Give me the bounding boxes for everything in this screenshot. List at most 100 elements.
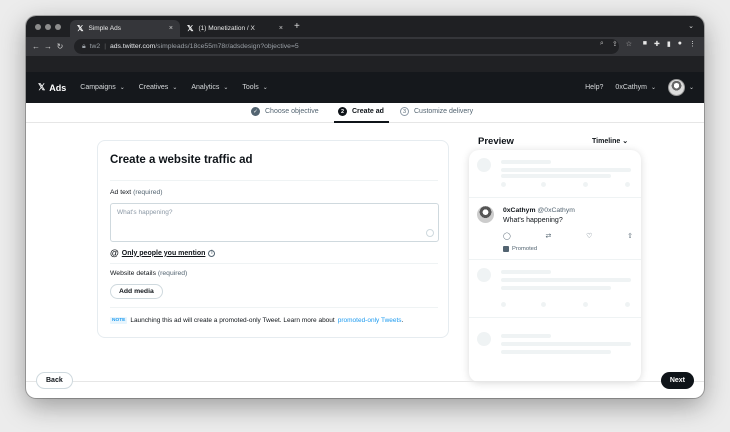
window-close-dot[interactable] — [35, 24, 41, 30]
placeholder-line — [501, 342, 631, 346]
promoted-tweet-preview: 0xCathym @0xCathym What's happening? ◯ ⇄… — [469, 198, 641, 260]
reload-icon[interactable]: ↻ — [54, 42, 66, 51]
lock-icon: 🔒︎ — [82, 42, 86, 50]
browser-tab-simple-ads[interactable]: 𝕏 Simple Ads × — [70, 20, 180, 37]
preview-mode-label: Timeline — [592, 138, 621, 145]
promoted-text: Promoted — [512, 246, 538, 252]
extensions-area: ■ ✚ ▮ ● ⋮ — [643, 40, 696, 48]
window-zoom-dot[interactable] — [55, 24, 61, 30]
divider — [110, 307, 438, 308]
sidepanel-icon[interactable]: ▮ — [667, 40, 671, 48]
create-ad-form: Create a website traffic ad Ad text (req… — [97, 140, 449, 338]
placeholder-tweet — [469, 260, 641, 318]
placeholder-line — [501, 278, 631, 282]
ads-brand[interactable]: 𝕏 Ads — [38, 82, 66, 93]
user-menu[interactable]: ⌄ — [667, 79, 694, 96]
step-label: Choose objective — [265, 108, 319, 115]
nav-analytics[interactable]: Analytics ⌄ — [191, 84, 228, 91]
promoted-icon — [503, 246, 509, 252]
preview-mode-select[interactable]: Timeline ⌄ — [592, 137, 628, 145]
extension-icon[interactable]: ■ — [643, 40, 647, 48]
ad-text-placeholder: What's happening? — [117, 209, 173, 216]
close-tab-icon[interactable]: × — [279, 25, 283, 32]
nav-label: Campaigns — [80, 84, 116, 91]
nav-tools[interactable]: Tools ⌄ — [242, 84, 267, 91]
like-icon: ♡ — [586, 233, 593, 240]
x-logo-icon: 𝕏 — [38, 82, 46, 92]
share-icon: ⇧ — [627, 233, 633, 240]
chevron-down-icon: ⌄ — [262, 85, 268, 91]
nav-right: Help? 0xCathym ⌄ ⌄ — [585, 72, 694, 103]
promoted-only-note: NOTE Launching this ad will create a pro… — [110, 317, 403, 324]
add-media-button[interactable]: Add media — [110, 284, 163, 299]
ad-text-label-text: Ad text — [110, 189, 132, 196]
step-number: 2 — [338, 107, 347, 116]
avatar — [477, 206, 494, 223]
nav-label: Creatives — [138, 84, 169, 91]
x-logo-icon: 𝕏 — [187, 24, 194, 33]
puzzle-icon[interactable]: ✚ — [654, 40, 660, 48]
info-icon[interactable]: i — [208, 249, 216, 257]
promoted-only-tweets-link[interactable]: promoted-only Tweets — [338, 317, 402, 324]
chevron-down-icon: ⌄ — [223, 85, 229, 91]
placeholder-line — [501, 160, 551, 164]
bookmark-star-icon[interactable]: ☆ — [626, 40, 632, 48]
placeholder-action — [541, 302, 546, 307]
step-label: Customize delivery — [414, 108, 474, 115]
reply-icon: ◯ — [503, 233, 511, 240]
ad-text-label: Ad text (required) — [110, 189, 163, 196]
placeholder-action — [583, 182, 588, 187]
page-title: Create a website traffic ad — [110, 154, 253, 166]
step-create-ad[interactable]: 2 Create ad — [338, 107, 384, 116]
back-button[interactable]: Back — [36, 372, 73, 389]
kebab-menu-icon[interactable]: ⋮ — [689, 40, 696, 48]
nav-campaigns[interactable]: Campaigns ⌄ — [80, 84, 124, 91]
placeholder-line — [501, 168, 631, 172]
divider — [110, 180, 438, 181]
ads-top-nav: 𝕏 Ads Campaigns ⌄ Creatives ⌄ Analytics … — [26, 72, 704, 103]
placeholder-action — [541, 182, 546, 187]
ad-text-input[interactable]: What's happening? — [110, 203, 439, 242]
placeholder-action — [625, 182, 630, 187]
share-icon[interactable]: ⇪ — [612, 40, 618, 48]
at-sign-icon: @ — [110, 248, 119, 258]
nav-creatives[interactable]: Creatives ⌄ — [139, 84, 178, 91]
placeholder-avatar — [477, 332, 491, 346]
window-minimize-dot[interactable] — [45, 24, 51, 30]
footer-divider — [26, 381, 704, 382]
reply-settings-label: Only people you mention — [121, 249, 206, 257]
reply-settings[interactable]: @ Only people you mention i — [110, 248, 216, 258]
promoted-label: Promoted — [503, 246, 537, 252]
next-button[interactable]: Next — [660, 372, 694, 389]
ads-brand-label: Ads — [49, 82, 67, 93]
close-tab-icon[interactable]: × — [169, 25, 173, 32]
url-bar[interactable]: 🔒︎ tw2 | ads.twitter.com/simpleads/18ce5… — [74, 39, 619, 54]
profile-icon[interactable]: ● — [678, 40, 682, 48]
step-customize-delivery[interactable]: 3 Customize delivery — [400, 107, 473, 116]
zoom-icon[interactable]: ⌕ — [600, 40, 604, 48]
placeholder-action — [625, 302, 630, 307]
placeholder-line — [501, 350, 611, 354]
chevron-down-icon: ⌄ — [650, 85, 656, 91]
character-counter-icon — [426, 229, 434, 237]
placeholder-action — [501, 182, 506, 187]
forward-arrow-icon[interactable]: → — [42, 42, 54, 51]
account-switcher[interactable]: 0xCathym ⌄ — [615, 84, 656, 91]
step-choose-objective[interactable]: ✓ Choose objective — [251, 107, 319, 116]
nav-label: Analytics — [191, 84, 220, 91]
placeholder-tweet — [469, 150, 641, 198]
new-tab-button[interactable]: + — [294, 21, 300, 32]
help-link[interactable]: Help? — [585, 84, 603, 91]
back-arrow-icon[interactable]: ← — [30, 42, 42, 51]
tab-search-icon[interactable]: ⌄ — [688, 22, 694, 30]
website-details-label: Website details (required) — [110, 270, 187, 277]
check-circle-icon: ✓ — [251, 107, 260, 116]
tweet-text: What's happening? — [503, 217, 563, 224]
browser-tab-monetization[interactable]: 𝕏 (1) Monetization / X × — [180, 20, 290, 37]
tab-title: (1) Monetization / X — [198, 25, 255, 32]
step-number: 3 — [400, 107, 409, 116]
url-host: ads.twitter.com — [109, 43, 156, 50]
placeholder-avatar — [477, 268, 491, 282]
website-details-label-text: Website details — [110, 270, 156, 277]
required-marker: (required) — [133, 189, 163, 196]
